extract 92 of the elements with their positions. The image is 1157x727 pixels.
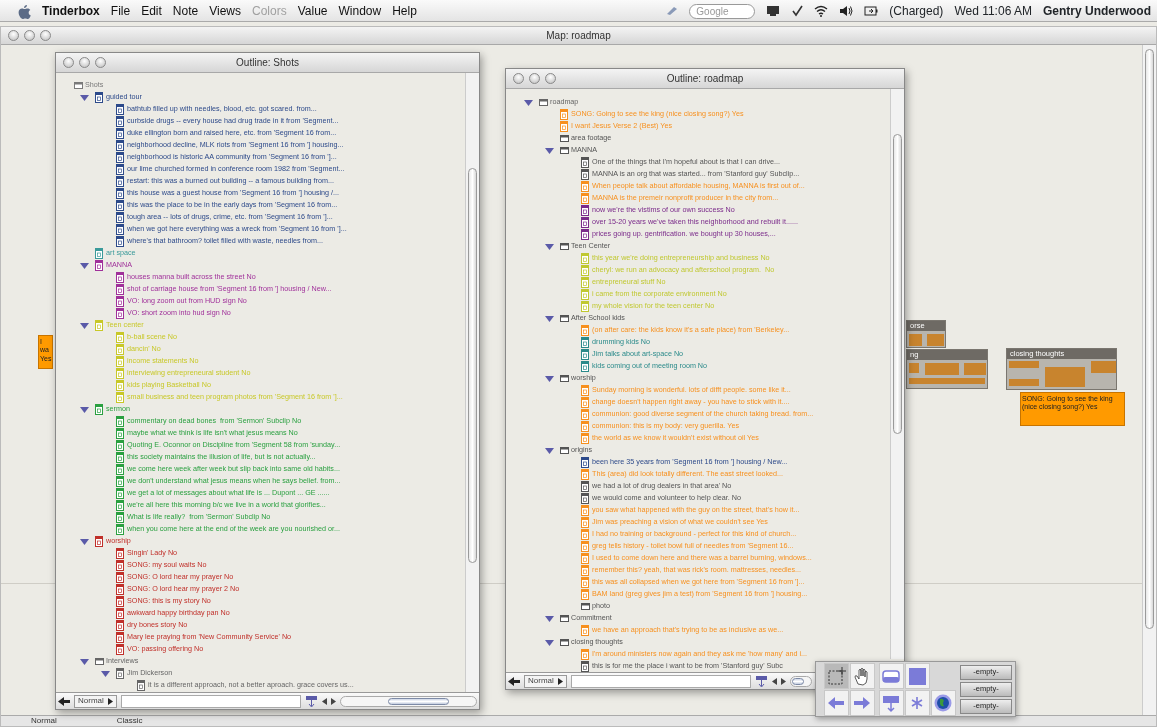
hoist-icon (882, 693, 901, 713)
window-button[interactable] (24, 30, 35, 41)
scroll-thumb[interactable] (893, 134, 902, 434)
tool-button[interactable] (824, 663, 849, 689)
clock[interactable]: Wed 11:06 AM (954, 2, 1032, 20)
scroll-thumb[interactable] (1145, 49, 1154, 629)
disclosure-triangle[interactable] (545, 637, 554, 647)
text-field[interactable] (120, 694, 301, 708)
tool-button[interactable] (850, 663, 875, 689)
scrollbar[interactable] (789, 675, 812, 687)
caret-icon (557, 677, 563, 685)
window-button[interactable] (95, 57, 106, 68)
window-button[interactable] (8, 30, 19, 41)
view-popup[interactable]: Normal (74, 694, 117, 708)
disclosure-triangle[interactable] (545, 313, 554, 323)
window-title: Outline: Shots (236, 57, 299, 68)
disclosure-triangle[interactable] (80, 404, 89, 414)
disclosure-triangle[interactable] (524, 97, 533, 107)
back-arrow-icon[interactable] (508, 676, 520, 686)
window-button[interactable] (545, 73, 556, 84)
marquee-icon (827, 666, 846, 686)
disclosure-triangle[interactable] (545, 241, 554, 251)
disclosure-triangle[interactable] (80, 260, 89, 270)
menu-item[interactable]: Views (209, 2, 241, 20)
note-block (1045, 367, 1085, 387)
app-menu[interactable]: Tinderbox (42, 2, 100, 20)
note-block (1009, 379, 1039, 386)
note-block (964, 363, 986, 375)
speaker-icon[interactable] (839, 5, 854, 17)
window-title: Outline: roadmap (666, 73, 744, 84)
globe-icon (934, 693, 953, 713)
note-block (1091, 361, 1116, 373)
menu-item[interactable]: Edit (141, 2, 162, 20)
scroll-right-icon[interactable] (780, 677, 786, 685)
menu-item[interactable]: Value (297, 2, 328, 20)
hoist-icon[interactable] (754, 675, 768, 687)
tool-button[interactable] (850, 690, 875, 716)
view-popup[interactable]: Normal (524, 674, 567, 688)
disclosure-triangle[interactable] (101, 668, 110, 678)
window-button[interactable] (79, 57, 90, 68)
disclosure-triangle[interactable] (80, 320, 89, 330)
search-field[interactable]: Google (689, 3, 756, 19)
disclosure-triangle[interactable] (80, 536, 89, 546)
disclosure-triangle[interactable] (80, 656, 89, 666)
back-arrow-icon[interactable] (58, 696, 70, 706)
disclosure-triangle[interactable] (545, 445, 554, 455)
menu-item[interactable]: Help (392, 2, 417, 20)
user-name[interactable]: Gentry Underwood (1043, 2, 1151, 20)
battery-status: (Charged) (889, 3, 944, 20)
tool-button[interactable] (931, 690, 956, 716)
scroll-left-icon[interactable] (771, 677, 777, 685)
note-block (909, 334, 922, 346)
scroll-thumb[interactable] (388, 697, 449, 705)
scrollbar[interactable] (465, 73, 479, 692)
tool-button[interactable] (824, 690, 849, 716)
scroll-left-icon[interactable] (321, 697, 327, 705)
hoist-icon[interactable] (304, 695, 318, 707)
menu-item[interactable]: File (110, 2, 131, 20)
caret-icon (107, 697, 113, 705)
battery-icon[interactable] (864, 6, 879, 16)
disclosure-triangle[interactable] (80, 92, 89, 102)
scroll-thumb[interactable] (468, 168, 477, 563)
window-title: Map: roadmap (546, 30, 611, 41)
view-popup[interactable]: Classic (116, 715, 143, 727)
window-button[interactable] (529, 73, 540, 84)
wifi-icon[interactable] (814, 5, 829, 17)
note-block (909, 363, 919, 373)
text-field[interactable] (570, 674, 751, 688)
disclosure-triangle[interactable] (545, 373, 554, 383)
menu-item[interactable]: Note (172, 2, 199, 20)
disclosure-triangle[interactable] (545, 145, 554, 155)
scrollbar[interactable] (339, 695, 477, 707)
tool-button[interactable] (879, 690, 904, 716)
scroll-thumb[interactable] (791, 677, 804, 685)
apple-icon[interactable] (18, 3, 31, 19)
note-block (925, 363, 959, 375)
scrollbar[interactable] (890, 89, 904, 659)
menu-item[interactable]: Window (338, 2, 382, 20)
view-popup[interactable]: Normal (31, 715, 57, 727)
square-icon (908, 666, 927, 686)
window-button[interactable] (40, 30, 51, 41)
tool-button[interactable] (905, 663, 930, 689)
scrollbar[interactable] (1142, 45, 1156, 715)
note-block (1009, 361, 1039, 368)
scroll-right-icon[interactable] (330, 697, 336, 705)
tool-button[interactable] (905, 690, 930, 716)
window-button[interactable] (513, 73, 524, 84)
tool-button[interactable] (879, 663, 904, 689)
disclosure-triangle[interactable] (545, 613, 554, 623)
note-block (927, 334, 944, 346)
window-button[interactable] (63, 57, 74, 68)
display-icon[interactable] (766, 5, 781, 17)
